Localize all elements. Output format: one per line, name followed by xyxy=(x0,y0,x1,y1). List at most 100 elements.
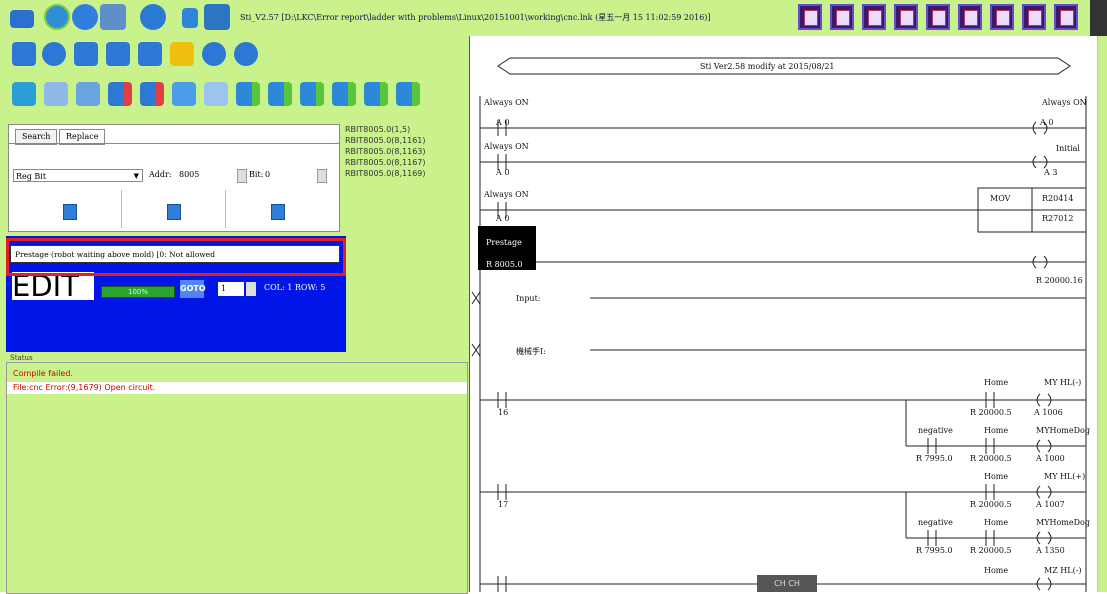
bit-spinner[interactable] xyxy=(317,169,327,183)
save-icon[interactable] xyxy=(182,8,198,28)
cloud-icon[interactable] xyxy=(42,42,66,66)
coil-address: A 1006 xyxy=(1034,408,1063,417)
copy-icon[interactable] xyxy=(12,82,36,106)
eye-icon[interactable] xyxy=(138,42,162,66)
toolbar-print-icon[interactable] xyxy=(958,4,982,30)
list-icon[interactable] xyxy=(106,42,130,66)
insert-end-icon[interactable] xyxy=(396,82,420,106)
coil-label: MYHomeDog xyxy=(1036,426,1090,435)
delete-element-icon[interactable] xyxy=(140,82,164,106)
redo-icon[interactable] xyxy=(204,82,228,106)
search-type-select[interactable]: Reg Bit ▼ xyxy=(13,169,143,182)
save-as-icon[interactable] xyxy=(204,4,230,30)
toolbar-edit-icon[interactable] xyxy=(830,4,854,30)
network-icon[interactable] xyxy=(170,42,194,66)
cut-icon[interactable] xyxy=(76,82,100,106)
list-item[interactable]: RBIT8005.0(8,1163) xyxy=(344,146,466,157)
contact-label: Home xyxy=(984,566,1009,575)
window-close-button[interactable] xyxy=(1090,0,1107,36)
insert-function-icon[interactable] xyxy=(332,82,356,106)
insert-branch-icon[interactable] xyxy=(268,82,292,106)
add-icon[interactable] xyxy=(44,4,70,30)
ladder-editor[interactable]: Sti Ver2.58 modify at 2015/08/21 Always … xyxy=(469,36,1098,592)
window-title: Sti_V2.57 [D:\LKC\Error report\ladder wi… xyxy=(240,13,711,22)
list-item[interactable]: RBIT8005.0(8,1167) xyxy=(344,157,466,168)
function-source: R20414 xyxy=(1042,194,1074,203)
contact-address: R 20000.5 xyxy=(970,454,1012,463)
goto-spinner[interactable] xyxy=(246,282,256,296)
goto-input[interactable]: 1 xyxy=(218,282,244,296)
contact-address: R 20000.5 xyxy=(970,500,1012,509)
function-name: MOV xyxy=(990,194,1011,203)
bit-input[interactable]: 0 xyxy=(265,170,270,179)
insert-comment-icon[interactable] xyxy=(300,82,324,106)
search-panel: Search Replace Reg Bit ▼ Addr: 8005 Bit: … xyxy=(8,124,340,232)
undo-icon[interactable] xyxy=(172,82,196,106)
contact-label: Always ON xyxy=(484,190,529,199)
input-method-indicator[interactable]: CH CH xyxy=(757,575,817,592)
addr-label: Addr: xyxy=(149,170,172,179)
list-item[interactable]: RBIT8005.0(8,1169) xyxy=(344,168,466,179)
translate-icon[interactable] xyxy=(100,4,126,30)
status-header: Status xyxy=(10,354,33,362)
contact-label: Home xyxy=(984,426,1009,435)
contact-address: R 7995.0 xyxy=(916,454,953,463)
toolbar-doc-icon[interactable] xyxy=(1054,4,1078,30)
mode-label: EDIT xyxy=(12,272,94,301)
contact-label: Home xyxy=(984,518,1009,527)
insert-line-icon[interactable] xyxy=(236,82,260,106)
delete-line-icon[interactable] xyxy=(108,82,132,106)
contact-address: A 0 xyxy=(496,168,510,177)
status-line: Compile failed. xyxy=(13,369,73,378)
coil-address: A 0 xyxy=(1040,118,1054,127)
lock-icon[interactable] xyxy=(234,42,258,66)
coil-label: MY HL(-) xyxy=(1044,378,1082,387)
coil-address: R 20000.16 xyxy=(1036,276,1083,285)
goto-button[interactable]: GOTO xyxy=(180,280,206,298)
paste-icon[interactable] xyxy=(44,82,68,106)
arrow-up-icon xyxy=(167,204,181,220)
coil-label: Initial xyxy=(1056,144,1080,153)
status-line[interactable]: File:cnc Error:(9,1679) Open circuit. xyxy=(7,382,467,394)
coil-label: MYHomeDog xyxy=(1036,518,1090,527)
comment-text: Input: xyxy=(516,294,541,303)
contact-address: 16 xyxy=(498,408,509,417)
coil-label: MY HL(+) xyxy=(1044,472,1086,481)
toolbar-minus-icon[interactable] xyxy=(1022,4,1046,30)
search-down-button[interactable] xyxy=(17,190,122,228)
folder-icon[interactable] xyxy=(10,10,34,28)
contact-address: R 7995.0 xyxy=(916,546,953,555)
contact-address: 17 xyxy=(498,500,509,509)
progress-bar: 100% xyxy=(101,286,175,298)
search-next-button[interactable] xyxy=(225,190,329,228)
search-up-button[interactable] xyxy=(121,190,226,228)
toolbar-view-icon[interactable] xyxy=(862,4,886,30)
contact-address: R 8005.0 xyxy=(486,260,523,269)
contact-label: negative xyxy=(918,426,953,435)
contact-address: A 0 xyxy=(496,214,510,223)
list-item[interactable]: RBIT8005.0(1,5) xyxy=(344,124,466,135)
wrench-icon[interactable] xyxy=(202,42,226,66)
coil-address: A 1000 xyxy=(1036,454,1065,463)
ladder-header-text: Sti Ver2.58 modify at 2015/08/21 xyxy=(700,62,835,71)
document-icon[interactable] xyxy=(74,42,98,66)
contact-label: Prestage xyxy=(486,238,522,247)
contact-address: A 0 xyxy=(496,118,510,127)
toolbar-search-icon[interactable] xyxy=(990,4,1014,30)
comment-text: 機械手I: xyxy=(516,347,546,356)
vertical-scrollbar[interactable] xyxy=(1097,36,1107,592)
toolbar-open-icon[interactable] xyxy=(894,4,918,30)
coil-label: Always ON xyxy=(1042,98,1087,107)
contact-address: R 20000.5 xyxy=(970,546,1012,555)
tab-divider xyxy=(9,143,339,144)
insert-return-icon[interactable] xyxy=(364,82,388,106)
list-item[interactable]: RBIT8005.0(8,1161) xyxy=(344,135,466,146)
toolbar-db-icon[interactable] xyxy=(798,4,822,30)
lock-icon[interactable] xyxy=(140,4,166,30)
toolbar-compile-icon[interactable] xyxy=(926,4,950,30)
chart-icon[interactable] xyxy=(12,42,36,66)
addr-input[interactable]: 8005 xyxy=(179,170,199,179)
info-icon[interactable] xyxy=(72,4,98,30)
addr-spinner[interactable] xyxy=(237,169,247,183)
function-destination: R27012 xyxy=(1042,214,1074,223)
